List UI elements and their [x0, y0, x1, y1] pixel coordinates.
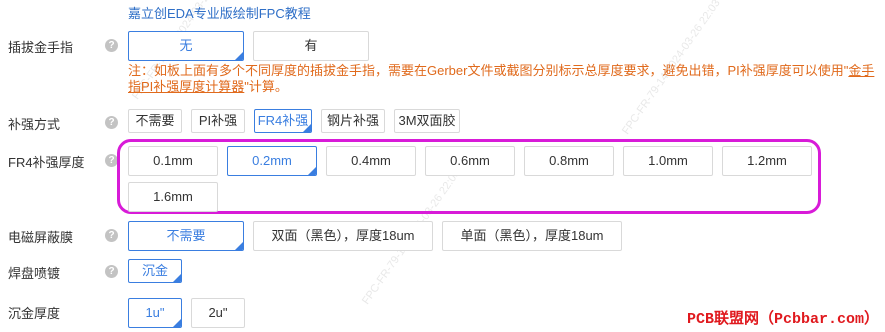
stiffener-option-pi[interactable]: PI补强	[191, 109, 245, 133]
stiffener-option-fr4[interactable]: FR4补强	[254, 109, 312, 133]
stiffener-option-steel[interactable]: 钢片补强	[321, 109, 385, 133]
emi-option-single-black[interactable]: 单面（黑色），厚度18um	[442, 221, 622, 251]
stiffener-option-none[interactable]: 不需要	[128, 109, 182, 133]
pad-plating-label: 焊盘喷镀	[8, 266, 61, 281]
plating-option-enig[interactable]: 沉金	[128, 259, 182, 283]
emi-film-label: 电磁屏蔽膜	[8, 230, 74, 245]
fr4-option-0-1mm[interactable]: 0.1mm	[128, 146, 218, 176]
gold-thickness-option-1u[interactable]: 1u"	[128, 298, 182, 328]
gold-finger-option-yes[interactable]: 有	[253, 31, 369, 61]
gold-finger-option-none[interactable]: 无	[128, 31, 244, 61]
help-icon[interactable]: ?	[105, 229, 118, 242]
gold-finger-label: 插拔金手指	[8, 40, 74, 55]
gold-thickness-label: 沉金厚度	[8, 306, 61, 321]
help-icon[interactable]: ?	[105, 116, 118, 129]
note-suffix: "计算。	[244, 79, 288, 94]
fr4-option-0-4mm[interactable]: 0.4mm	[326, 146, 416, 176]
fpc-tutorial-link[interactable]: 嘉立创EDA专业版绘制FPC教程	[128, 3, 311, 22]
emi-option-none[interactable]: 不需要	[128, 221, 244, 251]
fr4-option-1-6mm[interactable]: 1.6mm	[128, 182, 218, 212]
stiffener-option-3m-tape[interactable]: 3M双面胶	[394, 109, 460, 133]
fr4-option-0-2mm[interactable]: 0.2mm	[227, 146, 317, 176]
note-text: 注：如板上面有多个不同厚度的插拔金手指，需要在Gerber文件或截图分别标示总厚…	[128, 63, 849, 78]
fr4-option-1-0mm[interactable]: 1.0mm	[623, 146, 713, 176]
gold-thickness-option-2u[interactable]: 2u"	[191, 298, 245, 328]
brand-watermark: PCB联盟网（Pcbbar.com）	[686, 311, 879, 328]
emi-option-double-black[interactable]: 双面（黑色），厚度18um	[253, 221, 433, 251]
fr4-option-0-6mm[interactable]: 0.6mm	[425, 146, 515, 176]
help-icon[interactable]: ?	[105, 265, 118, 278]
help-icon[interactable]: ?	[105, 39, 118, 52]
fr4-option-1-2mm[interactable]: 1.2mm	[722, 146, 812, 176]
fr4-option-0-8mm[interactable]: 0.8mm	[524, 146, 614, 176]
stiffener-type-label: 补强方式	[8, 117, 61, 132]
gold-finger-note: 注：如板上面有多个不同厚度的插拔金手指，需要在Gerber文件或截图分别标示总厚…	[128, 63, 880, 95]
fr4-thickness-label: FR4补强厚度	[8, 155, 85, 170]
